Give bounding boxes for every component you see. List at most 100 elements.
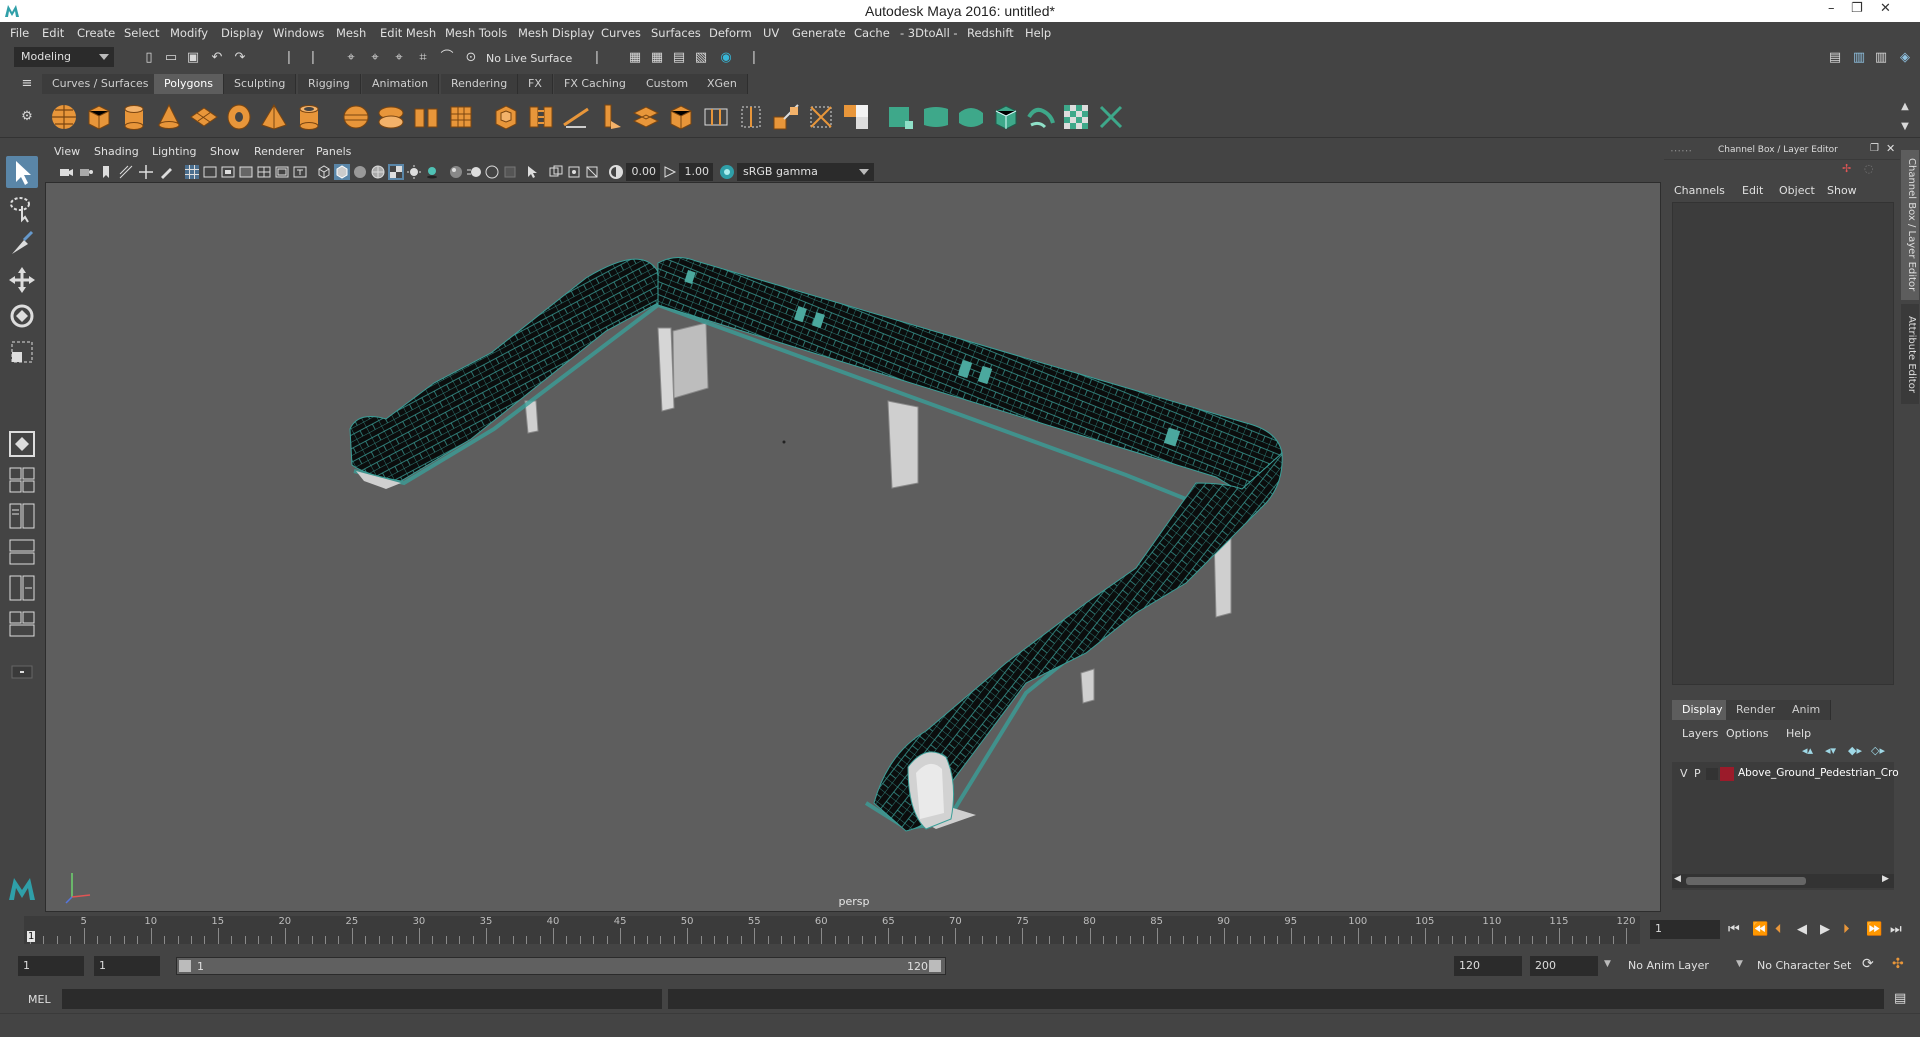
- go-to-start-icon[interactable]: ⏮: [1728, 922, 1740, 937]
- render-current-icon[interactable]: ▦: [626, 49, 644, 67]
- layer-playback-toggle[interactable]: P: [1694, 767, 1701, 780]
- snap-point-icon[interactable]: ⊙: [462, 49, 480, 67]
- poly-cube-icon[interactable]: [83, 101, 115, 133]
- 2d-pan-zoom-icon[interactable]: [138, 164, 154, 180]
- timeline[interactable]: 5 10 15 20 25 30 35 40 45 50 55 60 65 70 75 80 85 90 95 100…: [24, 916, 1640, 944]
- tab-sculpting[interactable]: Sculpting: [224, 74, 297, 94]
- render-settings-icon[interactable]: ▤: [670, 49, 688, 67]
- close-button[interactable]: ✕: [1880, 1, 1891, 16]
- xray-icon[interactable]: [548, 164, 564, 180]
- menu-create[interactable]: Create: [77, 26, 115, 40]
- film-gate-icon[interactable]: [202, 164, 218, 180]
- menu-edit[interactable]: Edit: [42, 26, 64, 40]
- menu-curves[interactable]: Curves: [601, 26, 641, 40]
- hypershade-layout-icon[interactable]: [6, 608, 38, 640]
- restore-button[interactable]: ❐: [1851, 1, 1863, 16]
- menu-edit-mesh[interactable]: Edit Mesh: [380, 26, 436, 40]
- perspective-viewport[interactable]: persp: [45, 182, 1661, 912]
- use-all-lights-icon[interactable]: [406, 164, 422, 180]
- uv-checker-icon[interactable]: [1060, 101, 1092, 133]
- panel-menu-renderer[interactable]: Renderer: [254, 145, 304, 158]
- channel-list[interactable]: [1672, 202, 1894, 685]
- uv-cut-sew-icon[interactable]: [1095, 101, 1127, 133]
- chevron-down-icon[interactable]: ▼: [1604, 959, 1611, 969]
- select-object-icon[interactable]: ⌖: [366, 49, 384, 67]
- playback-start-field[interactable]: 1: [94, 956, 160, 976]
- animation-end-field[interactable]: 200: [1530, 956, 1598, 976]
- tab-channel-box-layer-editor[interactable]: Channel Box / Layer Editor: [1901, 150, 1919, 300]
- redshift-render-icon[interactable]: ◉: [717, 49, 735, 67]
- grease-pencil-icon[interactable]: [158, 164, 174, 180]
- multisample-aa-icon[interactable]: [484, 164, 500, 180]
- redo-icon[interactable]: ↷: [231, 49, 249, 67]
- bookmark-icon[interactable]: [98, 164, 114, 180]
- menu-display[interactable]: Display: [221, 26, 263, 40]
- extract-icon[interactable]: [410, 101, 442, 133]
- menu-3dtoall[interactable]: - 3DtoAll -: [900, 26, 958, 40]
- step-back-key-icon[interactable]: ⏴: [1775, 922, 1782, 937]
- snap-curve-icon[interactable]: ⌒: [438, 49, 456, 67]
- wedge-icon[interactable]: [805, 101, 837, 133]
- menu-mesh-display[interactable]: Mesh Display: [518, 26, 594, 40]
- grid-toggle-icon[interactable]: [184, 164, 200, 180]
- xray-components-icon[interactable]: [584, 164, 600, 180]
- command-input[interactable]: [62, 989, 662, 1009]
- menu-redshift[interactable]: Redshift: [967, 26, 1014, 40]
- combine-icon[interactable]: [340, 101, 372, 133]
- tab-render-layers[interactable]: Render: [1726, 700, 1787, 720]
- textured-icon[interactable]: [388, 164, 404, 180]
- close-panel-icon[interactable]: ✕: [1886, 142, 1895, 155]
- menu-mesh[interactable]: Mesh: [336, 26, 366, 40]
- poly-plane-icon[interactable]: [188, 101, 220, 133]
- separate-icon[interactable]: [375, 101, 407, 133]
- menu-file[interactable]: File: [10, 26, 29, 40]
- select-tool-icon[interactable]: [6, 156, 38, 188]
- help-menu[interactable]: Help: [1786, 727, 1811, 740]
- poke-face-icon[interactable]: [770, 101, 802, 133]
- script-editor-icon[interactable]: ▤: [1894, 991, 1906, 1006]
- shelf-settings-icon[interactable]: ⚙: [18, 108, 36, 126]
- panel-menu-view[interactable]: View: [54, 145, 80, 158]
- xray-joints-icon[interactable]: [566, 164, 582, 180]
- menu-deform[interactable]: Deform: [709, 26, 752, 40]
- append-polygon-icon[interactable]: [595, 101, 627, 133]
- range-slider-start-handle[interactable]: [179, 960, 191, 972]
- shelf-menu-icon[interactable]: ≡: [18, 75, 36, 93]
- single-perspective-layout-icon[interactable]: [6, 428, 38, 460]
- auto-key-icon[interactable]: ⟳: [1862, 956, 1874, 972]
- menu-windows[interactable]: Windows: [273, 26, 324, 40]
- safe-title-icon[interactable]: [292, 164, 308, 180]
- tab-rigging[interactable]: Rigging: [298, 74, 361, 94]
- resolution-gate-icon[interactable]: [220, 164, 236, 180]
- new-layer-icon[interactable]: ◇▸: [1871, 744, 1885, 757]
- paint-select-tool-icon[interactable]: [6, 228, 38, 260]
- current-frame-field[interactable]: 1: [1650, 920, 1720, 939]
- tab-fx[interactable]: FX: [518, 74, 553, 94]
- screen-space-ao-icon[interactable]: [448, 164, 464, 180]
- layer-horizontal-scrollbar[interactable]: ◀ ▶: [1672, 874, 1894, 888]
- edit-menu[interactable]: Edit: [1742, 184, 1763, 197]
- channel-box-gear-icon[interactable]: ◌: [1864, 162, 1874, 175]
- shelf-scroll-up-icon[interactable]: ▲: [1896, 98, 1914, 116]
- step-forward-key-icon[interactable]: ⏵: [1843, 922, 1850, 937]
- attribute-editor-toggle-icon[interactable]: ▥: [1850, 49, 1868, 67]
- tab-animation[interactable]: Animation: [362, 74, 440, 94]
- options-menu[interactable]: Options: [1726, 727, 1768, 740]
- menu-uv[interactable]: UV: [763, 26, 779, 40]
- four-view-layout-icon[interactable]: [6, 464, 38, 496]
- move-tool-icon[interactable]: [6, 264, 38, 296]
- panel-menu-lighting[interactable]: Lighting: [152, 145, 196, 158]
- tab-polygons[interactable]: Polygons: [154, 74, 224, 94]
- poly-torus-icon[interactable]: [223, 101, 255, 133]
- layer-visibility-toggle[interactable]: V: [1680, 767, 1688, 780]
- shadows-icon[interactable]: [424, 164, 440, 180]
- insert-edge-loop-icon[interactable]: [665, 101, 697, 133]
- script-language-label[interactable]: MEL: [28, 993, 51, 1006]
- play-forwards-icon[interactable]: ▶: [1820, 922, 1830, 937]
- snap-grid-icon[interactable]: ⌗: [414, 49, 432, 67]
- depth-of-field-icon[interactable]: [502, 164, 518, 180]
- smooth-shade-all-icon[interactable]: [334, 164, 350, 180]
- menu-mesh-tools[interactable]: Mesh Tools: [445, 26, 507, 40]
- animation-preferences-icon[interactable]: ✣: [1892, 956, 1904, 972]
- anim-layer-dropdown[interactable]: No Anim Layer: [1628, 959, 1709, 972]
